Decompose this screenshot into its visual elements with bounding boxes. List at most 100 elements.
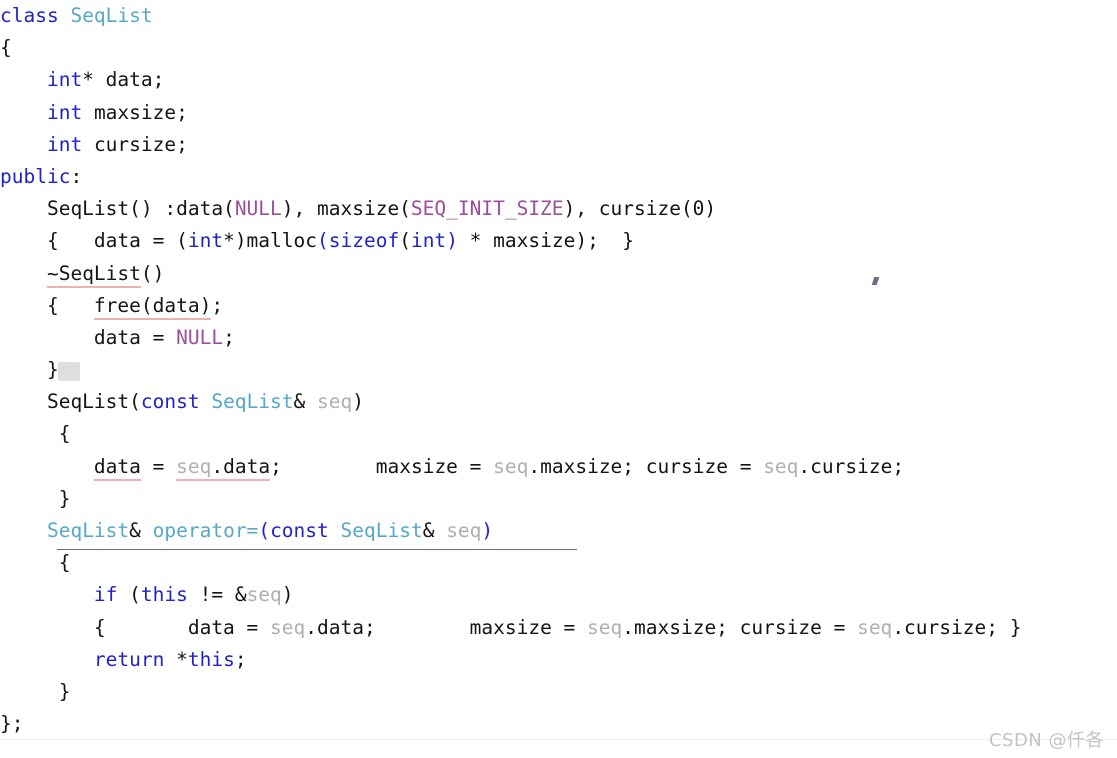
code-token: public xyxy=(0,164,71,188)
code-token: *)malloc xyxy=(223,229,317,253)
code-token: this xyxy=(140,583,188,607)
code-token: data xyxy=(223,454,271,481)
code-token: data = xyxy=(0,325,177,349)
code-token: * xyxy=(164,647,188,671)
code-token: ( xyxy=(258,519,271,542)
operator-assign-signature-underline xyxy=(57,549,577,550)
code-line: { free(data); xyxy=(0,290,1117,322)
code-token: & xyxy=(293,390,318,414)
code-token: seq xyxy=(270,615,306,639)
code-line: data = seq.data; maxsize = seq.maxsize; … xyxy=(0,451,1117,483)
code-token: { xyxy=(0,36,12,60)
code-token: free(data) xyxy=(93,293,212,320)
code-token: NULL xyxy=(234,197,282,221)
code-token: ; xyxy=(211,293,224,317)
code-token: SeqList() :data( xyxy=(0,197,235,221)
code-token: ) xyxy=(281,583,294,607)
code-token: { data = ( xyxy=(0,229,188,253)
code-token: } xyxy=(0,358,59,382)
code-token: } xyxy=(0,486,71,510)
code-token: SeqList( xyxy=(0,390,141,414)
code-token: .cursize; } xyxy=(892,615,1022,639)
code-line: if (this != &seq) xyxy=(0,579,1117,611)
bottom-divider xyxy=(0,739,1117,740)
code-line: public: xyxy=(0,161,1117,193)
code-token: .cursize; xyxy=(798,454,905,478)
code-token: seq xyxy=(857,615,893,639)
code-token: int xyxy=(46,132,83,156)
code-line: }; xyxy=(0,708,1117,740)
code-token: sizeof xyxy=(328,229,400,253)
code-token: .maxsize; cursize = xyxy=(622,615,858,639)
code-token: : xyxy=(70,164,83,188)
code-token: { xyxy=(0,293,94,317)
code-token: ~SeqList xyxy=(46,261,141,288)
code-token: .maxsize; cursize = xyxy=(528,454,764,478)
code-token: ; xyxy=(234,647,247,671)
code-line: int* data; xyxy=(0,64,1117,96)
code-token: SEQ_INIT_SIZE xyxy=(410,197,564,221)
code-token: { xyxy=(0,422,71,446)
code-line: int cursize; xyxy=(0,129,1117,161)
code-line: SeqList() :data(NULL), maxsize(SEQ_INIT_… xyxy=(0,193,1117,225)
code-token: ) xyxy=(446,229,458,253)
code-token: * maxsize); } xyxy=(457,229,635,253)
code-line: } xyxy=(0,354,1117,386)
code-token: int xyxy=(46,100,83,124)
code-token: SeqList xyxy=(211,390,294,414)
code-token: SeqList xyxy=(340,519,423,542)
code-token: = xyxy=(140,454,177,478)
code-token: ), cursize(0) xyxy=(563,197,717,221)
closing-brace-artifact xyxy=(58,362,80,381)
code-token: if xyxy=(93,583,118,607)
code-token: seq xyxy=(587,615,623,639)
code-token: ), maxsize( xyxy=(281,197,411,221)
code-line: SeqList(const SeqList& seq) xyxy=(0,386,1117,418)
code-token: . xyxy=(211,454,224,481)
code-token: ) xyxy=(352,390,364,414)
code-line: { xyxy=(0,418,1117,450)
code-token: SeqList xyxy=(70,4,153,27)
code-line: } xyxy=(0,676,1117,708)
code-line: { xyxy=(0,547,1117,579)
code-line: { data = seq.data; maxsize = seq.maxsize… xyxy=(0,612,1117,644)
code-token: .data; maxsize = xyxy=(305,615,588,639)
code-line: } xyxy=(0,483,1117,515)
code-token: & xyxy=(422,519,447,542)
code-token: const xyxy=(140,390,200,414)
code-line: { xyxy=(0,32,1117,64)
code-token: { data = xyxy=(0,615,271,639)
code-token: int xyxy=(46,68,83,92)
code-token: SeqList xyxy=(46,519,130,542)
code-token: () xyxy=(140,261,165,285)
code-token: const xyxy=(270,519,329,542)
code-token: ( xyxy=(117,583,141,607)
code-block[interactable]: class SeqList{ int* data; int maxsize; i… xyxy=(0,0,1117,740)
code-line: data = NULL; xyxy=(0,322,1117,354)
code-screenshot-page: class SeqList{ int* data; int maxsize; i… xyxy=(0,0,1117,758)
code-token: & xyxy=(129,519,153,542)
code-token: seq xyxy=(493,454,529,478)
code-token: seq xyxy=(176,454,212,481)
code-token: int xyxy=(187,229,224,253)
code-token: operator= xyxy=(152,519,259,542)
code-token: maxsize; xyxy=(82,100,188,124)
code-line: SeqList& operator=(const SeqList& seq) xyxy=(0,515,1117,547)
code-token: }; xyxy=(0,712,24,736)
code-token: ; xyxy=(223,325,235,349)
code-line: return *this; xyxy=(0,644,1117,676)
code-token: return xyxy=(93,647,165,671)
code-token: != & xyxy=(187,583,247,607)
code-token: ) xyxy=(481,519,494,542)
code-token: ( xyxy=(399,229,411,253)
